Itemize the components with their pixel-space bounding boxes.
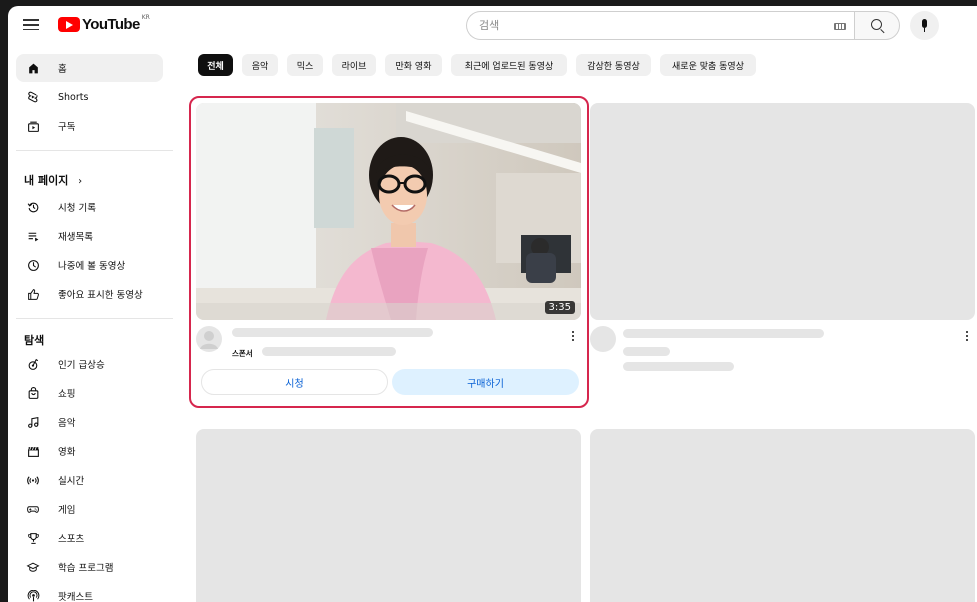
channel-avatar-placeholder (590, 326, 616, 352)
trending-icon (25, 356, 41, 372)
divider (16, 318, 173, 319)
sidebar-item-shorts[interactable]: Shorts (16, 83, 163, 111)
watch-later-icon (25, 257, 41, 273)
sidebar-item-label: 팟캐스트 (58, 592, 93, 602)
sidebar-item-label: 학습 프로그램 (58, 563, 114, 574)
chip-mix[interactable]: 믹스 (287, 54, 323, 76)
search-input[interactable] (479, 12, 819, 39)
microphone-icon (922, 19, 927, 28)
search-icon (871, 19, 882, 30)
sidebar-item-gaming[interactable]: 게임 (16, 495, 163, 523)
chip-new-to-you[interactable]: 새로운 맞춤 동영상 (660, 54, 756, 76)
divider (16, 150, 173, 151)
sidebar-item-label: 홈 (58, 64, 67, 75)
sidebar-item-podcasts[interactable]: 팟캐스트 (16, 582, 163, 602)
channel-placeholder (623, 347, 670, 356)
logo-text: YouTube (82, 16, 140, 33)
sponsor-label: 스폰서 (232, 349, 253, 358)
thumbnail-image (196, 103, 581, 320)
shopping-icon (25, 385, 41, 401)
chip-live[interactable]: 라이브 (332, 54, 376, 76)
youtube-play-icon (58, 17, 80, 32)
keyboard-icon[interactable] (834, 23, 846, 30)
sidebar-item-label: 좋아요 표시한 동영상 (58, 290, 143, 301)
video-thumbnail-placeholder (196, 429, 581, 602)
meta-placeholder (623, 362, 734, 371)
music-icon (25, 414, 41, 430)
chip-animation[interactable]: 만화 영화 (385, 54, 442, 76)
voice-search-button[interactable] (910, 11, 939, 40)
movies-icon (25, 443, 41, 459)
sidebar-item-label: 음악 (58, 418, 76, 429)
sidebar-item-label: 실시간 (58, 476, 85, 487)
chip-recently-uploaded[interactable]: 최근에 업로드된 동영상 (451, 54, 567, 76)
chevron-right-icon: › (78, 176, 83, 187)
live-icon (25, 472, 41, 488)
sidebar-item-history[interactable]: 시청 기록 (16, 193, 163, 221)
sidebar-item-subscriptions[interactable]: 구독 (16, 112, 163, 140)
sidebar-item-label: 재생목록 (58, 232, 93, 243)
search-box (466, 11, 854, 40)
sidebar-item-live[interactable]: 실시간 (16, 466, 163, 494)
sidebar-item-label: 나중에 볼 동영상 (58, 261, 126, 272)
video-thumbnail-placeholder (590, 103, 975, 320)
channel-placeholder (262, 347, 396, 356)
learning-icon (25, 559, 41, 575)
chip-music[interactable]: 음악 (242, 54, 278, 76)
sidebar-item-label: 시청 기록 (58, 203, 96, 214)
sidebar-item-liked[interactable]: 좋아요 표시한 동영상 (16, 280, 163, 308)
sidebar-item-trending[interactable]: 인기 급상승 (16, 350, 163, 378)
sidebar-item-sports[interactable]: 스포츠 (16, 524, 163, 552)
sports-icon (25, 530, 41, 546)
video-duration: 3:35 (544, 301, 575, 314)
subscriptions-icon (25, 118, 41, 134)
sidebar-item-label: 스포츠 (58, 534, 85, 545)
sidebar-item-playlists[interactable]: 재생목록 (16, 222, 163, 250)
my-page-link[interactable]: 내 페이지 › (24, 172, 82, 188)
youtube-logo[interactable]: YouTube KR (58, 14, 150, 33)
logo-region: KR (141, 14, 150, 21)
video-thumbnail-placeholder (590, 429, 975, 602)
gaming-icon (25, 501, 41, 517)
chip-all[interactable]: 전체 (198, 54, 233, 76)
watch-button[interactable]: 시청 (201, 369, 388, 395)
search-button[interactable] (854, 11, 900, 40)
sidebar-item-learning[interactable]: 학습 프로그램 (16, 553, 163, 581)
sidebar-item-music[interactable]: 음악 (16, 408, 163, 436)
sidebar-item-label: 게임 (58, 505, 76, 516)
buy-button[interactable]: 구매하기 (392, 369, 579, 395)
home-icon (25, 60, 41, 76)
sidebar-item-label: 인기 급상승 (58, 360, 105, 371)
sidebar-item-label: 영화 (58, 447, 76, 458)
masthead: YouTube KR (8, 6, 977, 46)
podcast-icon (25, 588, 41, 602)
sidebar-item-watch-later[interactable]: 나중에 볼 동영상 (16, 251, 163, 279)
chip-watched[interactable]: 감상한 동영상 (576, 54, 651, 76)
more-options-icon[interactable] (961, 329, 973, 343)
section-title: 내 페이지 (24, 174, 69, 187)
shorts-icon (25, 89, 41, 105)
section-title-explore: 탐색 (24, 334, 45, 347)
channel-avatar[interactable] (196, 326, 222, 352)
liked-icon (25, 286, 41, 302)
title-placeholder (623, 329, 824, 338)
menu-icon[interactable] (22, 16, 40, 34)
sidebar-item-shopping[interactable]: 쇼핑 (16, 379, 163, 407)
title-placeholder (232, 328, 433, 337)
youtube-page: YouTube KR 홈 Shorts 구 (8, 6, 977, 602)
video-thumbnail[interactable]: 3:35 (196, 103, 581, 320)
playlist-icon (25, 228, 41, 244)
more-options-icon[interactable] (567, 329, 579, 343)
sidebar-item-home[interactable]: 홈 (16, 54, 163, 82)
sidebar-item-label: Shorts (58, 91, 89, 103)
sidebar: 홈 Shorts 구독 내 페이지 › 시청 기록 재생목록 나중에 볼 동영상… (8, 46, 180, 602)
sidebar-item-movies[interactable]: 영화 (16, 437, 163, 465)
history-icon (25, 199, 41, 215)
sidebar-item-label: 구독 (58, 122, 76, 133)
sidebar-item-label: 쇼핑 (58, 389, 76, 400)
